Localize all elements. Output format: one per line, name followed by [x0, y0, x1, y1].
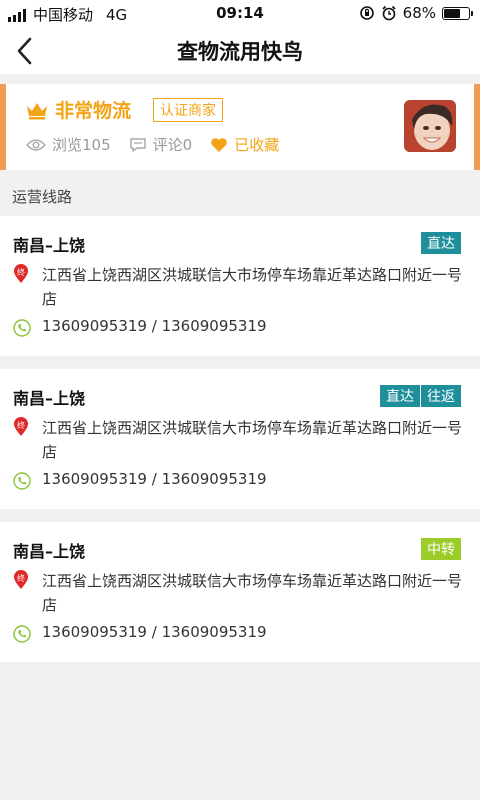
card-accent-right	[474, 84, 480, 170]
route-title: 南昌–上饶	[13, 236, 86, 255]
route-tag: 往返	[427, 389, 455, 405]
comment-icon	[129, 137, 146, 152]
merchant-card[interactable]: 非常物流 认证商家 浏览105 评论0 已收藏	[0, 84, 480, 170]
route-tag: 中转	[427, 542, 455, 558]
views-stat: 浏览105	[26, 134, 111, 155]
pin-label: 终	[17, 267, 25, 277]
eye-icon	[26, 138, 46, 151]
comments-count: 评论0	[152, 136, 193, 154]
avatar-image	[404, 100, 456, 152]
route-address: 江西省上饶西湖区洪城联信大市场停车场靠近革达路口附近一号店	[42, 572, 463, 614]
merchant-header: 非常物流 认证商家	[25, 96, 224, 123]
route-tag: 直达	[427, 236, 455, 252]
page-title: 查物流用快鸟	[177, 40, 303, 64]
route-title: 南昌–上饶	[13, 542, 86, 561]
map-pin-icon: 终	[14, 264, 28, 283]
status-right: 68%	[359, 4, 473, 22]
route-phones[interactable]: 13609095319 / 13609095319	[42, 623, 267, 641]
nav-bar: 查物流用快鸟	[0, 28, 480, 74]
lock-rotation-icon	[359, 6, 374, 20]
battery-percent: 68%	[402, 4, 436, 22]
alarm-icon	[382, 5, 396, 21]
views-count: 浏览105	[52, 136, 111, 154]
route-phones[interactable]: 13609095319 / 13609095319	[42, 317, 267, 335]
route-tag: 直达	[386, 389, 414, 405]
merchant-name: 非常物流	[55, 100, 132, 122]
section-title: 运营线路	[12, 188, 73, 206]
route-title: 南昌–上饶	[13, 389, 86, 408]
battery-icon	[442, 6, 473, 20]
map-pin-icon: 终	[14, 417, 28, 436]
pin-label: 终	[17, 573, 25, 583]
route-phones[interactable]: 13609095319 / 13609095319	[42, 470, 267, 488]
certified-badge: 认证商家	[153, 97, 224, 122]
route-card[interactable]: 南昌–上饶 直达 往返 终 江西省上饶西湖区洪城联信大市场停车场靠近革达路口附近…	[0, 369, 480, 509]
route-address: 江西省上饶西湖区洪城联信大市场停车场靠近革达路口附近一号店	[42, 419, 463, 461]
map-pin-icon: 终	[14, 570, 28, 589]
favorite-label: 已收藏	[234, 136, 280, 154]
card-accent-left	[0, 84, 6, 170]
route-tags: 直达 往返	[380, 385, 461, 407]
merchant-stats: 浏览105 评论0 已收藏	[26, 134, 279, 155]
route-address: 江西省上饶西湖区洪城联信大市场停车场靠近革达路口附近一号店	[42, 266, 463, 308]
status-bar: 中国移动 4G 09:14 68%	[0, 0, 480, 28]
phone-icon[interactable]	[13, 625, 31, 643]
comments-stat[interactable]: 评论0	[129, 134, 193, 155]
crown-icon	[27, 102, 47, 119]
phone-icon[interactable]	[13, 472, 31, 490]
route-card[interactable]: 南昌–上饶 中转 终 江西省上饶西湖区洪城联信大市场停车场靠近革达路口附近一号店…	[0, 522, 480, 662]
heart-icon	[211, 137, 227, 152]
favorite-button[interactable]: 已收藏	[210, 134, 279, 155]
route-tags: 直达	[421, 232, 461, 254]
pin-label: 终	[17, 420, 25, 430]
phone-icon[interactable]	[13, 319, 31, 337]
merchant-avatar[interactable]	[404, 100, 456, 152]
route-tags: 中转	[421, 538, 461, 560]
route-card[interactable]: 南昌–上饶 直达 终 江西省上饶西湖区洪城联信大市场停车场靠近革达路口附近一号店…	[0, 216, 480, 356]
